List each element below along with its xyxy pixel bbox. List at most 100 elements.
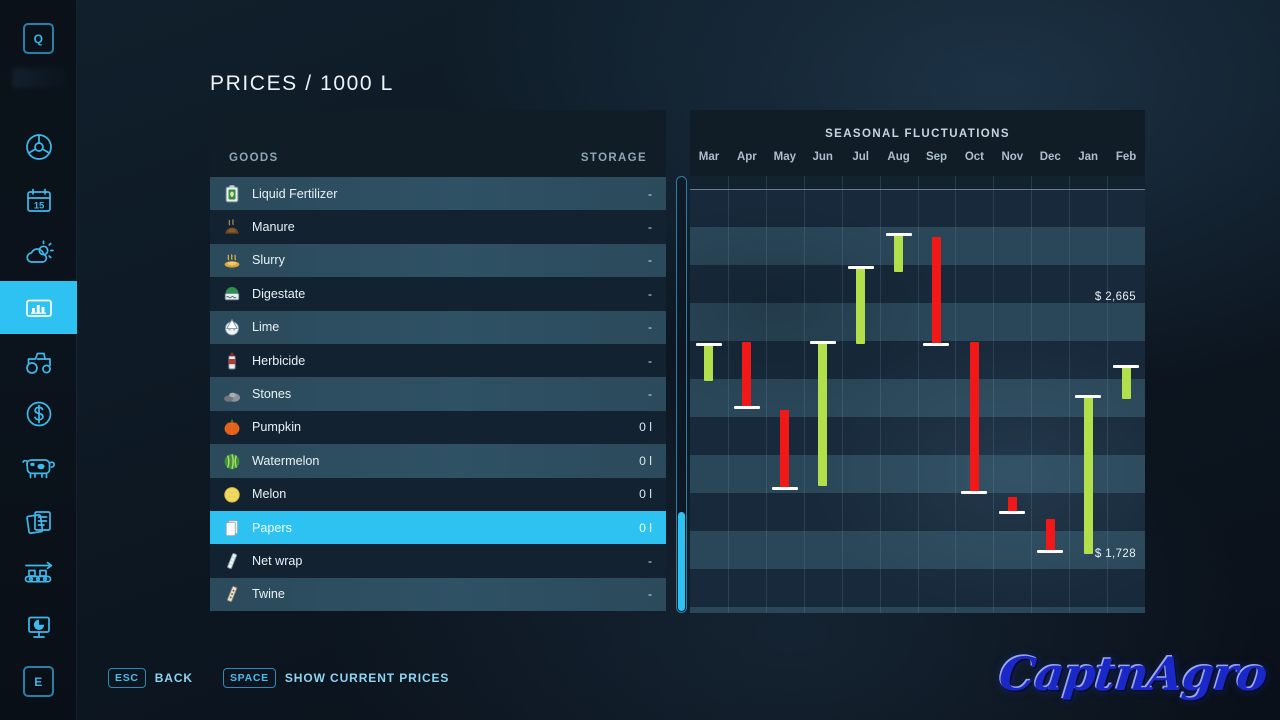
- goods-row-label: Pumpkin: [252, 420, 301, 435]
- sidebar-item-tractor[interactable]: [0, 335, 77, 388]
- goods-row-storage: -: [647, 186, 652, 201]
- pumpkin-icon: [221, 417, 242, 438]
- goods-row-melon[interactable]: Melon 0 l: [210, 477, 666, 511]
- goods-row-net-wrap[interactable]: Net wrap -: [210, 544, 666, 578]
- chart-bar-sep: [931, 237, 941, 345]
- sidebar-item-contracts[interactable]: [0, 495, 77, 548]
- sidebar-item-map-overview[interactable]: [0, 600, 77, 653]
- goods-row-storage: 0 l: [639, 453, 652, 468]
- chart-gridline-vertical: [842, 176, 843, 613]
- goods-row-watermelon[interactable]: Watermelon 0 l: [210, 444, 666, 478]
- key-e[interactable]: E: [23, 666, 54, 697]
- goods-row-manure[interactable]: Manure -: [210, 210, 666, 244]
- chart-price-label-low: $ 1,728: [1094, 548, 1136, 560]
- month-axis: Mar Apr May Jun Jul Aug Sep Oct Nov Dec Jan Feb: [690, 151, 1145, 163]
- chart-bar-aug: [894, 234, 904, 273]
- goods-row-label: Melon: [252, 487, 287, 502]
- chart-gridline-vertical: [766, 176, 767, 613]
- goods-scrollbar-thumb[interactable]: [678, 512, 685, 611]
- chart-bar-feb: [1121, 366, 1131, 399]
- goods-row-twine[interactable]: Twine -: [210, 577, 666, 612]
- chart-gridline-vertical: [880, 176, 881, 613]
- goods-row-label: Net wrap: [252, 553, 303, 568]
- chart-bar-cap-may: [771, 486, 798, 490]
- goods-panel: GOODS STORAGE Liquid Fertilizer - Manure - S…: [210, 110, 666, 613]
- month-label-aug: Aug: [887, 151, 910, 163]
- goods-row-slurry[interactable]: Slurry -: [210, 243, 666, 278]
- sidebar-item-calendar[interactable]: 15: [0, 174, 77, 227]
- goods-row-liquid-fertilizer[interactable]: Liquid Fertilizer -: [210, 177, 666, 211]
- goods-row-lime[interactable]: Lime -: [210, 310, 666, 344]
- chart-bar-cap-oct: [961, 491, 988, 495]
- chart-gridline-vertical: [1069, 176, 1070, 613]
- weather-icon: [23, 238, 55, 270]
- watermelon-icon: [221, 450, 242, 471]
- back-label[interactable]: BACK: [155, 671, 193, 685]
- stones-icon: [221, 384, 242, 405]
- sidebar-item-finances[interactable]: [0, 387, 77, 440]
- goods-row-label: Digestate: [252, 286, 306, 301]
- liquid-fertilizer-icon: [221, 183, 242, 204]
- sidebar-item-animals[interactable]: [0, 441, 77, 494]
- page-title: PRICES / 1000 L: [210, 72, 394, 95]
- goods-row-herbicide[interactable]: Herbicide -: [210, 343, 666, 378]
- key-esc[interactable]: ESC: [108, 668, 146, 688]
- goods-row-storage: -: [647, 220, 652, 235]
- lime-icon: [221, 317, 242, 338]
- seasonal-chart-panel: SEASONAL FLUCTUATIONS Mar Apr May Jun Jul Aug…: [690, 110, 1145, 613]
- chart-bar-cap-sep: [923, 342, 950, 346]
- month-label-mar: Mar: [698, 151, 720, 163]
- calendar-icon: 15: [23, 185, 55, 217]
- chart-bar-cap-dec: [1037, 550, 1064, 554]
- chart-bar-dec: [1045, 519, 1055, 552]
- goods-row-storage: 0 l: [639, 520, 652, 535]
- goods-row-label: Manure: [252, 220, 295, 235]
- goods-row-storage: 0 l: [639, 487, 652, 502]
- melon-icon: [221, 484, 242, 505]
- sidebar-item-weather[interactable]: [0, 227, 77, 280]
- goods-row-storage: 0 l: [639, 420, 652, 435]
- conveyor-icon: [22, 558, 56, 590]
- cow-icon: [21, 452, 56, 484]
- chart-bar-cap-mar: [695, 342, 722, 346]
- goods-row-storage: -: [647, 553, 652, 568]
- goods-row-storage: -: [647, 387, 652, 402]
- chart-title: SEASONAL FLUCTUATIONS: [825, 128, 1010, 140]
- presentation-icon: [23, 611, 55, 643]
- prices-screen: Q 15 E PRICES / 1000 L GOODS STORAGE Liq…: [0, 0, 1280, 720]
- chart-price-label-high: $ 2,665: [1094, 291, 1136, 303]
- chart-bar-cap-jan: [1075, 395, 1102, 399]
- goods-row-label: Stones: [252, 387, 292, 402]
- goods-row-label: Lime: [252, 320, 280, 335]
- goods-row-stones[interactable]: Stones -: [210, 377, 666, 411]
- net-wrap-icon: [221, 550, 242, 571]
- month-label-may: May: [773, 151, 796, 163]
- statistics-icon: [23, 292, 55, 324]
- chart-bar-apr: [742, 342, 752, 408]
- sidebar-item-steering-wheel[interactable]: [0, 120, 77, 173]
- goods-row-pumpkin[interactable]: Pumpkin 0 l: [210, 410, 666, 445]
- column-header-storage: STORAGE: [580, 152, 647, 164]
- goods-row-label: Watermelon: [252, 453, 320, 468]
- chart-gridline-vertical: [804, 176, 805, 613]
- goods-row-storage: -: [647, 353, 652, 368]
- key-space[interactable]: SPACE: [222, 668, 276, 688]
- goods-list: Liquid Fertilizer - Manure - Slurry - Digestat…: [210, 177, 666, 612]
- chart-bar-cap-jun: [809, 340, 836, 344]
- sidebar-item-production[interactable]: [0, 547, 77, 600]
- chart-bar-mar: [704, 344, 714, 382]
- chart-gridline-vertical: [918, 176, 919, 613]
- dollar-icon: [23, 398, 55, 430]
- chart-bar-jan: [1083, 396, 1093, 554]
- chart-bar-cap-nov: [999, 510, 1026, 514]
- herbicide-icon: [221, 350, 242, 371]
- goods-row-papers[interactable]: Papers 0 l: [210, 510, 666, 545]
- chart-header: SEASONAL FLUCTUATIONS Mar Apr May Jun Jul Aug…: [690, 110, 1145, 176]
- goods-row-storage: -: [647, 253, 652, 268]
- chart-bar-may: [780, 409, 790, 489]
- sidebar-item-statistics[interactable]: [0, 281, 77, 334]
- key-q[interactable]: Q: [23, 23, 54, 54]
- show-current-prices-label[interactable]: SHOW CURRENT PRICES: [285, 671, 449, 685]
- goods-row-digestate[interactable]: Digestate -: [210, 277, 666, 311]
- month-label-jan: Jan: [1078, 151, 1099, 163]
